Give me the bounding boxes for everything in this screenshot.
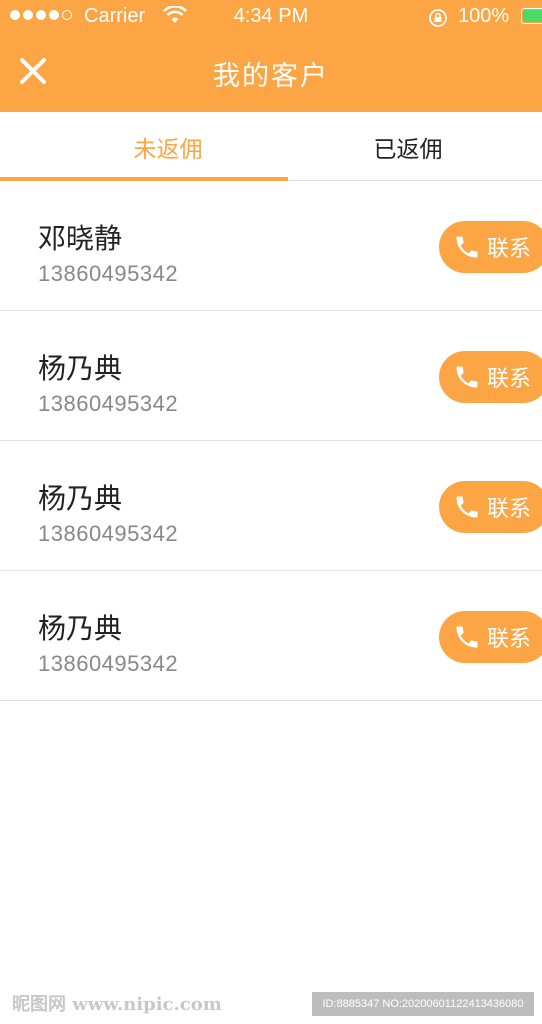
contact-label: 联系: [487, 497, 532, 522]
status-bar: Carrier 4:34 PM 100%: [0, 0, 542, 34]
app-header: Carrier 4:34 PM 100% 我的客户: [0, 0, 542, 112]
watermark-id: ID:8885347 NO:20200601122413436080: [312, 992, 534, 1016]
customer-phone: 13860495342: [38, 391, 179, 416]
list-item: 杨乃典 13860495342 联系: [0, 441, 542, 571]
customer-phone: 13860495342: [38, 651, 179, 676]
contact-button[interactable]: 联系: [439, 481, 542, 533]
tab-label: 已返佣: [373, 136, 443, 163]
contact-button[interactable]: 联系: [439, 351, 542, 403]
customer-phone: 13860495342: [38, 261, 179, 286]
rotation-lock-icon: [429, 9, 447, 27]
contact-label: 联系: [487, 627, 532, 652]
list-item: 杨乃典 13860495342 联系: [0, 311, 542, 441]
customer-phone: 13860495342: [38, 521, 179, 546]
tab-rebated[interactable]: 已返佣: [264, 112, 542, 181]
customer-name: 杨乃典: [38, 352, 123, 385]
customer-name: 杨乃典: [38, 482, 123, 515]
page-title: 我的客户: [213, 61, 329, 92]
battery-percentage: 100%: [458, 5, 510, 27]
customer-name: 邓晓静: [38, 222, 123, 255]
list-item: 邓晓静 13860495342 联系: [0, 181, 542, 311]
phone-icon: [456, 236, 478, 258]
tab-bar: 未返佣 已返佣: [0, 112, 542, 181]
contact-button[interactable]: 联系: [439, 611, 542, 663]
phone-icon: [456, 626, 478, 648]
customer-name: 杨乃典: [38, 612, 123, 645]
contact-label: 联系: [487, 367, 532, 392]
watermark-logo: 昵图网 www.nipic.com: [12, 994, 222, 1015]
list-item: 杨乃典 13860495342 联系: [0, 571, 542, 701]
customer-list: 邓晓静 13860495342 联系 杨乃典 13860495342 联系 杨乃…: [0, 181, 542, 701]
battery-icon: [521, 8, 542, 24]
contact-label: 联系: [487, 237, 532, 262]
phone-icon: [456, 496, 478, 518]
contact-button[interactable]: 联系: [439, 221, 542, 273]
tab-label: 未返佣: [133, 136, 203, 163]
phone-icon: [456, 366, 478, 388]
